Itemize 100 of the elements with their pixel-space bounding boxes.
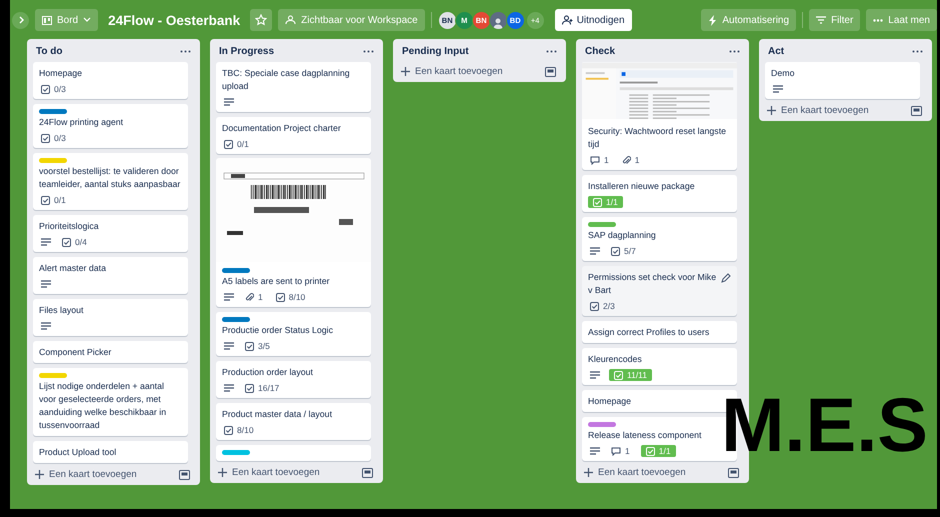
card-title: 24Flow printing agent — [39, 116, 124, 129]
add-card-button[interactable]: Een kaart toevoegen — [767, 105, 869, 116]
card-title: Alert master data — [39, 262, 107, 275]
add-card-button[interactable]: Een kaart toevoegen — [401, 66, 503, 77]
more-icon[interactable] — [180, 50, 191, 53]
checklist-count: 8/10 — [288, 292, 306, 302]
checkbox-icon — [62, 238, 71, 246]
paperclip-icon — [622, 156, 631, 164]
card[interactable]: 24Flow printing agent 0/3 — [33, 104, 188, 148]
more-icon[interactable] — [546, 50, 557, 53]
description-icon — [773, 85, 783, 93]
board-icon — [42, 16, 52, 24]
card[interactable]: Alert master data — [33, 257, 188, 294]
card[interactable]: TBC: Speciale case dagplanning upload — [216, 62, 371, 112]
card[interactable]: Production order layout 16/17 — [216, 361, 371, 398]
pencil-icon[interactable] — [721, 273, 731, 283]
more-icon[interactable] — [363, 50, 374, 53]
card-title: Permissions set check voor Mike v Bart — [588, 271, 718, 297]
checklist-count: 0/1 — [237, 139, 249, 149]
card[interactable]: Productie order Status Logic 3/5 — [216, 312, 371, 356]
comment-icon — [611, 446, 621, 456]
expand-sidebar-button[interactable] — [12, 12, 29, 28]
card-title: Component Picker — [39, 346, 112, 359]
star-button[interactable] — [250, 9, 272, 31]
card[interactable]: Product master data / layout 8/10 — [216, 403, 371, 440]
card[interactable]: Assign correct Profiles to users — [582, 321, 737, 343]
description-icon — [224, 293, 234, 301]
template-icon[interactable] — [362, 468, 373, 478]
card[interactable]: Installeren nieuwe package 1/1 — [582, 175, 737, 212]
more-icon[interactable] — [912, 50, 923, 53]
description-icon — [224, 384, 234, 392]
card-label[interactable] — [222, 268, 250, 273]
card-title: SAP dagplanning — [588, 229, 657, 242]
template-icon[interactable] — [179, 470, 190, 480]
checklist-count: 1/1 — [606, 197, 618, 207]
description-icon — [590, 447, 600, 455]
board-title: 24Flow - Oesterbank — [108, 12, 240, 28]
card[interactable]: Permissions set check voor Mike v Bart 2/3 — [582, 266, 737, 316]
checklist-count: 0/1 — [54, 195, 66, 205]
template-icon[interactable] — [911, 106, 922, 116]
card[interactable]: A5 labels are sent to printer 1 8/10 — [216, 159, 371, 307]
description-icon — [590, 371, 600, 379]
checklist-count: 8/10 — [237, 425, 254, 435]
description-icon — [41, 238, 51, 246]
description-icon — [41, 280, 51, 288]
add-card-button[interactable]: Een kaart toevoegen — [35, 469, 137, 480]
list-title: Act — [768, 46, 784, 57]
card[interactable]: Homepage 0/3 — [33, 62, 188, 99]
card-title: Assign correct Profiles to users — [588, 326, 710, 339]
card-title: voorstel bestellijst: te valideren door teamleider, aantal stuks aanpasbaar — [39, 165, 182, 191]
checkbox-icon — [41, 134, 50, 142]
card[interactable]: Component Picker — [33, 341, 188, 363]
star-icon — [255, 14, 268, 26]
card[interactable]: Prioriteitslogica 0/4 — [33, 215, 188, 252]
card-title: Homepage — [39, 67, 84, 80]
checklist-count: 1/1 — [658, 446, 671, 456]
card-title: Installeren nieuwe package — [588, 180, 696, 193]
more-icon[interactable] — [729, 50, 740, 53]
checklist-count: 0/3 — [54, 133, 66, 143]
checkbox-icon — [41, 84, 50, 94]
card[interactable]: Files layout — [33, 299, 188, 336]
card-title: Production order layout — [222, 366, 314, 379]
card-label[interactable] — [222, 317, 250, 322]
card-label[interactable] — [39, 109, 67, 114]
comment-icon — [590, 156, 600, 164]
description-icon — [224, 98, 234, 106]
add-card-button[interactable]: Een kaart toevoegen — [218, 467, 320, 478]
checklist-count: 0/3 — [54, 84, 66, 94]
chevron-down-icon — [83, 17, 92, 23]
description-icon — [224, 342, 234, 350]
card-title: Prioriteitslogica — [39, 220, 100, 233]
card-title: Demo — [771, 67, 796, 80]
card[interactable]: Kleurencodes 11/11 — [582, 348, 737, 385]
card[interactable]: Security: Wachtwoord reset langste tijd 1 1 — [582, 62, 737, 170]
card-title: Security: Wachtwoord reset langste tijd — [588, 125, 728, 151]
card-label[interactable] — [588, 222, 616, 227]
person-silhouette-icon — [492, 16, 504, 28]
checklist-count: 0/4 — [75, 237, 87, 247]
card-label[interactable] — [588, 422, 616, 427]
card[interactable]: Documentation Project charter 0/1 — [216, 117, 371, 154]
add-card-button[interactable]: Een kaart toevoegen — [584, 467, 686, 478]
invite-button[interactable]: Uitnodigen — [554, 9, 632, 31]
template-icon[interactable] — [545, 66, 556, 76]
member-avatar[interactable] — [488, 10, 508, 30]
checkbox-icon — [590, 302, 599, 310]
card[interactable]: Product Upload tool — [33, 441, 188, 463]
card[interactable]: Lijst nodige onderdelen + aantal voor geselecteerde orders, met aanduiding welke beschikbaar in tussenvoorraad — [33, 368, 188, 436]
card[interactable]: voorstel bestellijst: te valideren door teamleider, aantal stuks aanpasbaar 0/1 — [33, 153, 188, 210]
card[interactable]: SAP dagplanning 5/7 — [582, 217, 737, 261]
list-title: In Progress — [219, 46, 274, 57]
list-title: To do — [36, 46, 62, 57]
card-title: Documentation Project charter — [222, 122, 342, 135]
template-icon[interactable] — [728, 468, 739, 478]
checkbox-icon — [646, 446, 655, 456]
people-icon — [285, 15, 296, 25]
card[interactable]: Demo — [765, 62, 920, 99]
card-title: Product Upload tool — [39, 446, 118, 459]
checkbox-icon — [245, 342, 254, 350]
plus-icon — [767, 106, 776, 115]
attachment-count: 1 — [634, 155, 640, 165]
